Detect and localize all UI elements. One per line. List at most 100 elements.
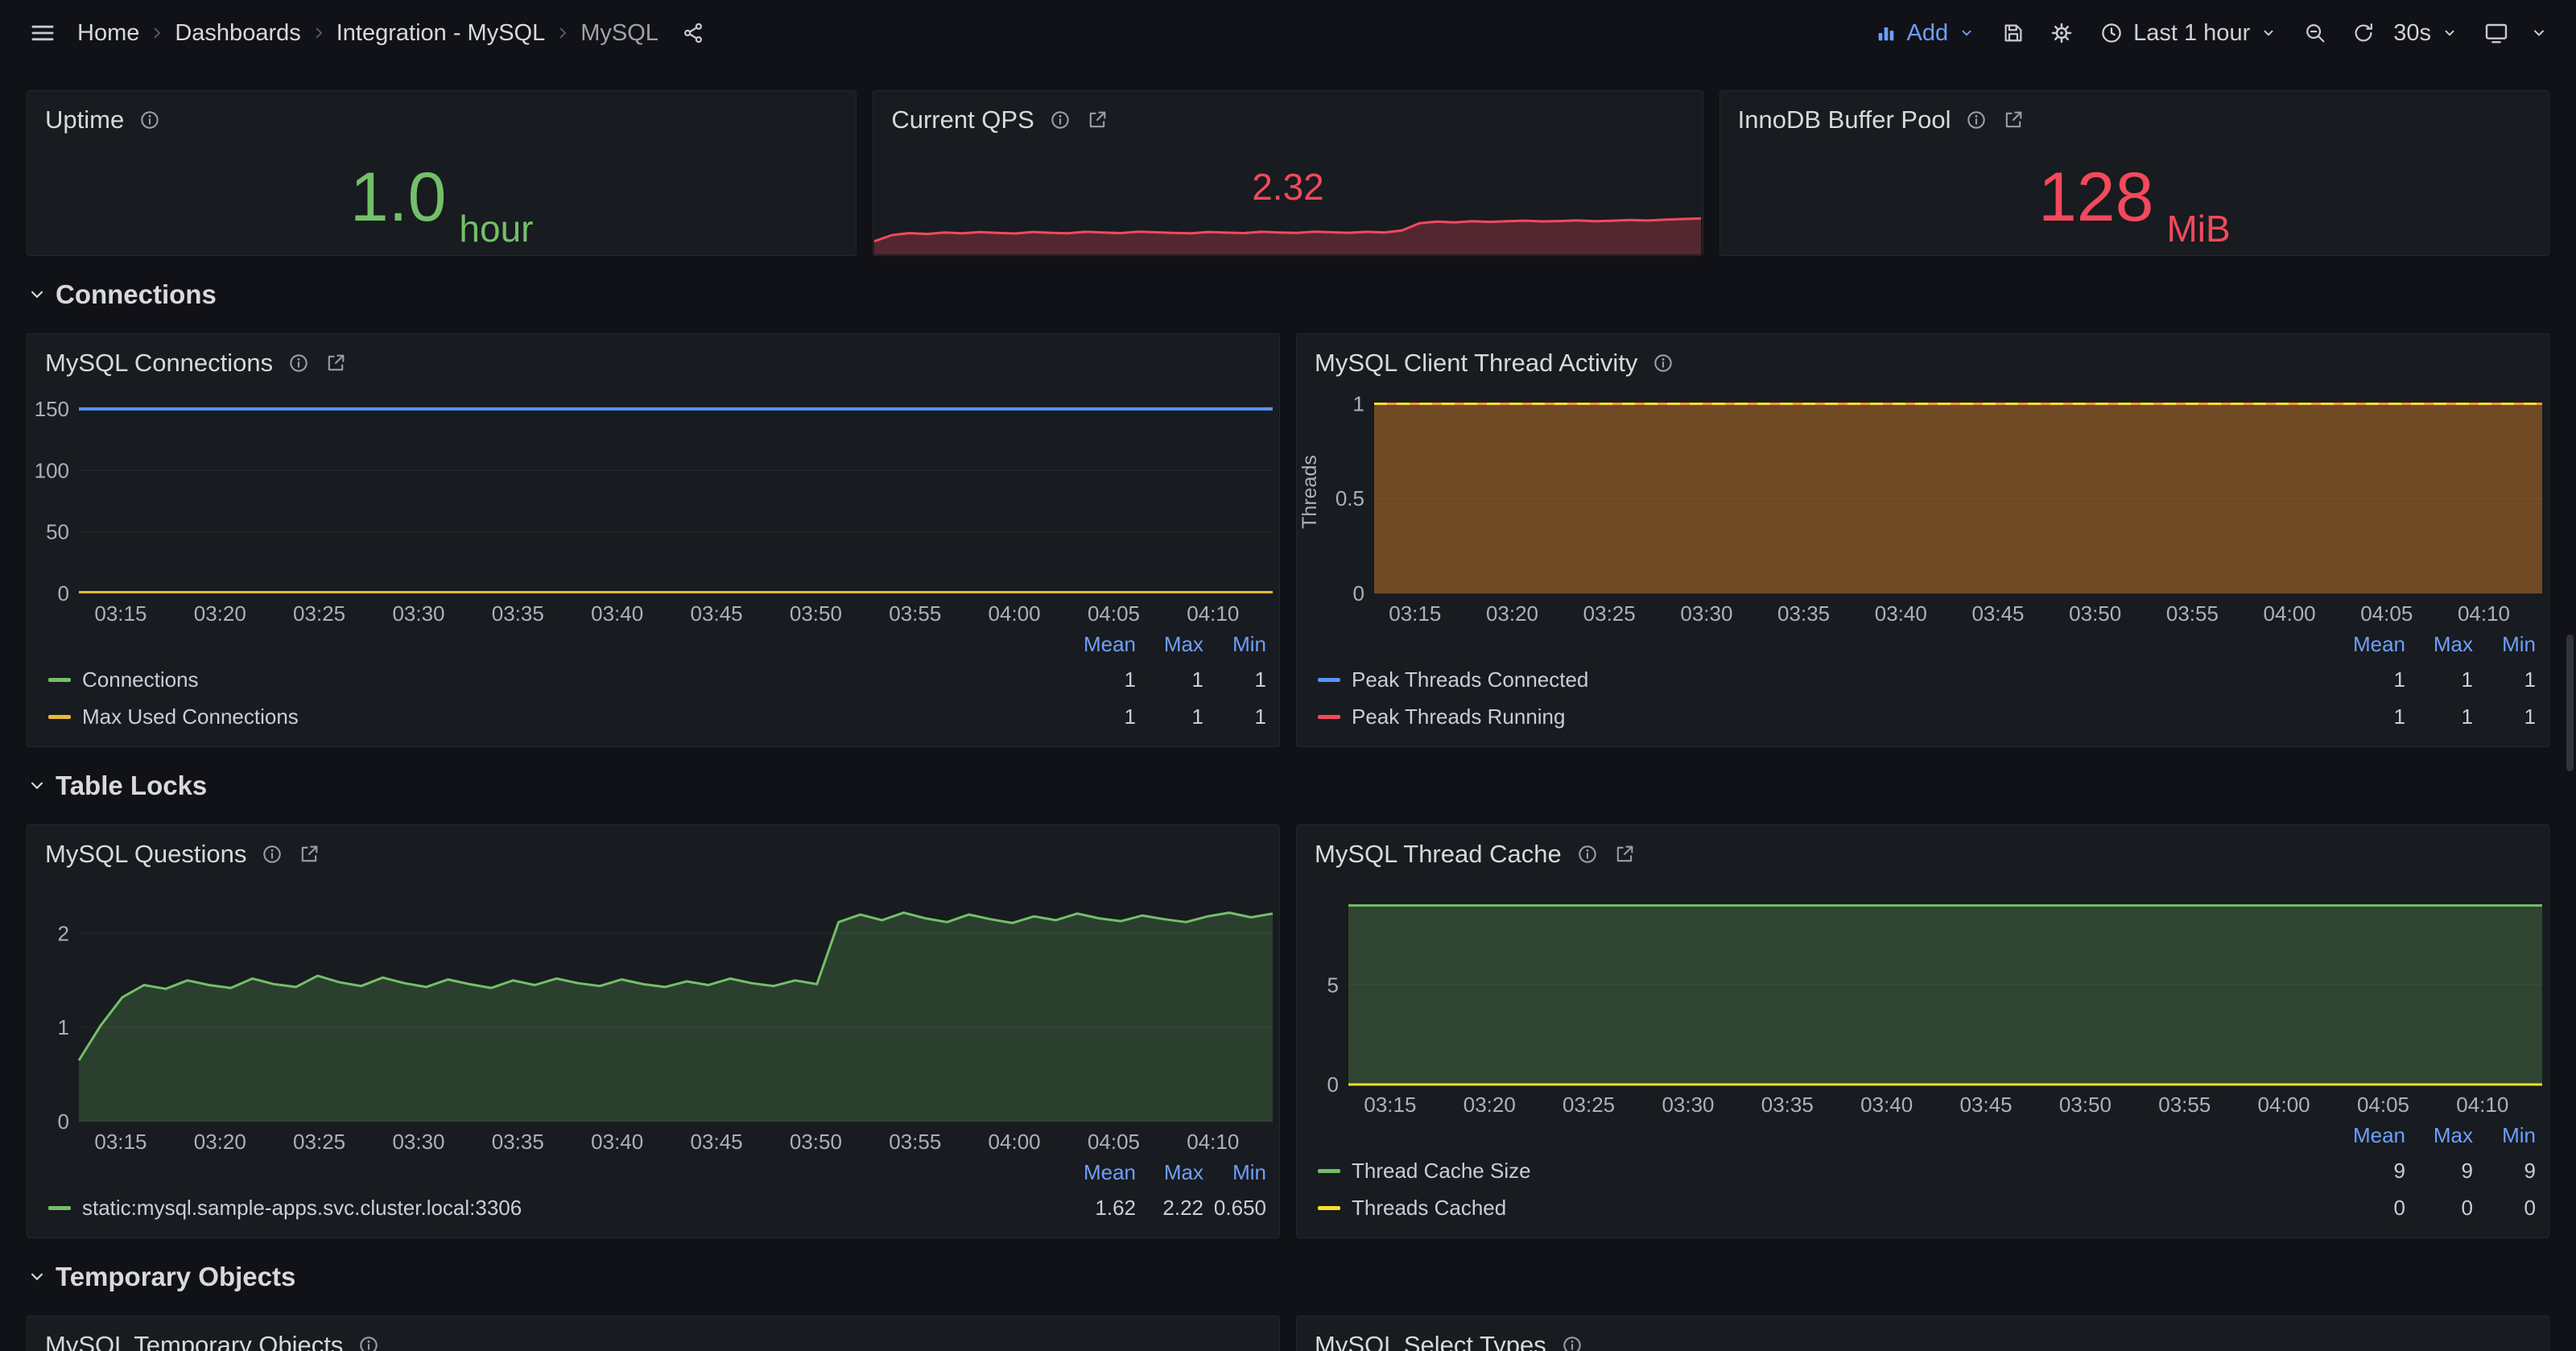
panel-title[interactable]: Current QPS [891,105,1034,134]
panel-title[interactable]: MySQL Select Types [1315,1331,1546,1351]
timeseries-chart[interactable]: 05010015003:1503:2003:2503:3003:3503:400… [27,382,1279,627]
series-color-swatch [48,1206,71,1210]
info-icon[interactable] [138,109,161,131]
legend-col-mean[interactable]: Mean [2336,632,2405,657]
zoom-out-button[interactable] [2293,11,2337,55]
legend-col-min[interactable]: Min [2473,1123,2536,1148]
chevron-right-icon [147,23,167,43]
series-color-swatch [1318,678,1340,682]
legend-col-min[interactable]: Min [2473,632,2536,657]
svg-text:03:25: 03:25 [293,1130,345,1154]
section-header-temporary-objects[interactable]: Temporary Objects [27,1259,2549,1295]
info-icon[interactable] [1576,843,1599,866]
svg-text:03:25: 03:25 [1583,601,1636,626]
panel-title[interactable]: MySQL Temporary Objects [45,1331,343,1351]
legend-min-value: 9 [2473,1159,2536,1184]
panel-mysql-connections: MySQL Connections 05010015003:1503:2003:… [27,333,1280,747]
scrollbar-thumb[interactable] [2566,634,2574,771]
svg-text:03:30: 03:30 [1680,601,1732,626]
timeseries-chart[interactable]: 01203:1503:2003:2503:3003:3503:4003:4503… [27,874,1279,1155]
legend-col-max[interactable]: Max [2405,1123,2473,1148]
chevron-down-icon [27,284,47,305]
svg-text:03:45: 03:45 [1971,601,2024,626]
svg-text:03:55: 03:55 [2166,601,2219,626]
monitor-icon [2483,20,2509,46]
series-color-swatch [48,678,71,682]
legend-max-value: 2.22 [1136,1196,1203,1221]
external-link-icon[interactable] [2002,109,2025,131]
section-header-table-locks[interactable]: Table Locks [27,768,2549,804]
info-icon[interactable] [1561,1334,1583,1351]
timeseries-chart[interactable]: 0503:1503:2003:2503:3003:3503:4003:4503:… [1297,874,2549,1118]
panel-title[interactable]: Uptime [45,105,124,134]
legend-series-toggle[interactable]: Peak Threads Running [1318,704,2336,729]
legend-mean-value: 1 [2336,667,2405,692]
legend-series-toggle[interactable]: Threads Cached [1318,1196,2336,1221]
legend-max-value: 1 [1136,667,1203,692]
legend-col-max[interactable]: Max [1136,1160,1203,1185]
external-link-icon[interactable] [1086,109,1108,131]
svg-text:03:40: 03:40 [1860,1093,1913,1117]
legend-col-min[interactable]: Min [1203,1160,1266,1185]
legend-col-min[interactable]: Min [1203,632,1266,657]
panel-innodb-buffer-pool: InnoDB Buffer Pool 128 MiB [1719,90,2549,256]
legend: Mean Max Min Connections111Max Used Conn… [27,627,1279,746]
svg-text:03:30: 03:30 [392,1130,444,1154]
legend-series-toggle[interactable]: static:mysql.sample-apps.svc.cluster.loc… [48,1196,1067,1221]
panel-mysql-temporary-objects: MySQL Temporary Objects [27,1316,1280,1351]
panel-title[interactable]: MySQL Client Thread Activity [1315,349,1637,378]
legend-col-max[interactable]: Max [2405,632,2473,657]
menu-button[interactable] [21,11,64,55]
breadcrumb-integration-mysql[interactable]: Integration - MySQL [330,20,552,47]
refresh-interval-dropdown[interactable]: 30s [2390,11,2470,55]
info-icon[interactable] [1049,109,1071,131]
panel-mysql-client-thread-activity: MySQL Client Thread Activity 00.5103:150… [1296,333,2549,747]
breadcrumb-current-mysql: MySQL [574,20,665,47]
info-icon[interactable] [1965,109,1988,131]
time-range-picker[interactable]: Last 1 hour [2088,11,2289,55]
external-link-icon[interactable] [1613,843,1636,866]
series-color-swatch [1318,1206,1340,1210]
stat-panel-row: Uptime 1.0 hour Current QPS 2.32 InnoDB … [27,90,2549,256]
legend-series-toggle[interactable]: Connections [48,667,1067,692]
breadcrumb-dashboards[interactable]: Dashboards [168,20,307,47]
breadcrumb-home[interactable]: Home [71,20,146,47]
legend-col-max[interactable]: Max [1136,632,1203,657]
svg-text:5: 5 [1327,973,1339,998]
svg-text:03:40: 03:40 [591,1130,643,1154]
legend-max-value: 1 [2405,667,2473,692]
panel-title[interactable]: MySQL Questions [45,840,246,869]
svg-text:03:35: 03:35 [492,1130,544,1154]
timeseries-chart[interactable]: 00.5103:1503:2003:2503:3003:3503:4003:45… [1297,382,2549,627]
legend-min-value: 1 [2473,667,2536,692]
dashboard-settings-button[interactable] [2040,11,2083,55]
legend-col-mean[interactable]: Mean [1067,1160,1136,1185]
svg-text:03:45: 03:45 [691,601,743,626]
info-icon[interactable] [287,352,310,374]
svg-text:100: 100 [35,458,69,482]
info-icon[interactable] [1652,352,1674,374]
share-dashboard-button[interactable] [671,11,715,55]
navbar-overflow-button[interactable] [2523,11,2555,55]
info-icon[interactable] [357,1334,380,1351]
kiosk-mode-button[interactable] [2475,11,2518,55]
info-icon[interactable] [261,843,283,866]
panel-title[interactable]: MySQL Thread Cache [1315,840,1562,869]
panel-title[interactable]: MySQL Connections [45,349,273,378]
external-link-icon[interactable] [298,843,320,866]
external-link-icon[interactable] [324,352,347,374]
save-dashboard-button[interactable] [1992,11,2035,55]
legend-series-toggle[interactable]: Max Used Connections [48,704,1067,729]
hamburger-icon [29,19,56,47]
legend-series-toggle[interactable]: Thread Cache Size [1318,1159,2336,1184]
section-header-connections[interactable]: Connections [27,277,2549,312]
panel-title[interactable]: InnoDB Buffer Pool [1738,105,1951,134]
legend-col-mean[interactable]: Mean [2336,1123,2405,1148]
legend-row: static:mysql.sample-apps.svc.cluster.loc… [48,1189,1266,1226]
zoom-out-icon [2303,21,2327,45]
add-button[interactable]: Add [1864,11,1988,55]
svg-text:1: 1 [58,1015,69,1039]
legend-col-mean[interactable]: Mean [1067,632,1136,657]
refresh-button[interactable] [2342,11,2385,55]
legend-series-toggle[interactable]: Peak Threads Connected [1318,667,2336,692]
